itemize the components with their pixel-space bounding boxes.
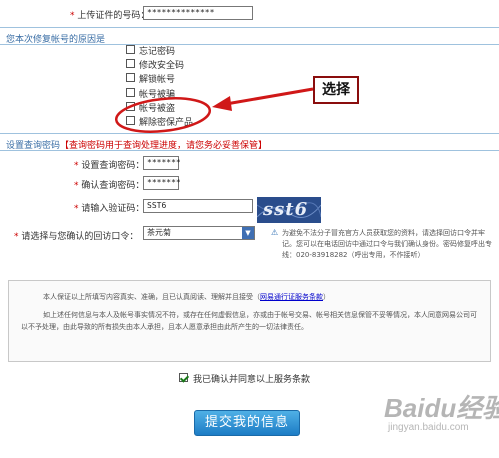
warning-icon: ⚠ bbox=[271, 228, 279, 237]
captcha-image[interactable]: sst6 bbox=[257, 197, 321, 223]
question-label: * 请选择与您确认的回访口令： bbox=[14, 232, 139, 242]
divider-query-bottom bbox=[0, 150, 499, 151]
terms-paragraph-1: 本人保证以上所填写内容真实、准确，且已认真阅读、理解并且接受（网易通行证服务条款… bbox=[43, 293, 330, 301]
annotation-arrow-head bbox=[212, 96, 232, 111]
highlight-oval bbox=[114, 97, 212, 133]
terms-paragraph-2: 如上述任何信息与本人及帐号事实情况不符，或存在任何虚假信息，亦或由于帐号交易、帐… bbox=[21, 311, 477, 331]
question-note: 为避免不法分子冒充官方人员获取您的资料，请选择回访口令并牢记。您可以在电话回访中… bbox=[282, 229, 492, 259]
question-select[interactable]: 茶元菊 ▼ bbox=[143, 226, 255, 240]
divider-query bbox=[0, 133, 499, 134]
confirm-query-pw-input[interactable]: ******* bbox=[143, 176, 181, 190]
agree-checkbox[interactable] bbox=[179, 373, 188, 382]
question-selected-value: 茶元菊 bbox=[147, 228, 171, 237]
captcha-text: sst6 bbox=[263, 199, 309, 220]
annotation-arrow-line bbox=[225, 87, 314, 106]
terms-box: 本人保证以上所填写内容真实、准确，且已认真阅读、理解并且接受（网易通行证服务条款… bbox=[8, 280, 491, 362]
watermark-main: Baidu经验 bbox=[384, 393, 499, 423]
captcha-label: * 请输入验证码： bbox=[74, 204, 145, 214]
chevron-down-icon[interactable]: ▼ bbox=[242, 227, 254, 239]
confirm-query-pw-label: * 确认查询密码： bbox=[74, 181, 145, 191]
terms-link[interactable]: 网易通行证服务条款 bbox=[260, 293, 323, 301]
set-query-pw-input[interactable]: ******* bbox=[143, 156, 181, 170]
submit-button[interactable]: 提交我的信息 bbox=[194, 410, 300, 436]
annotation-callout: 选择 bbox=[313, 76, 359, 104]
baidu-watermark: Baidu经验 jingyan.baidu.com bbox=[384, 388, 499, 448]
set-query-pw-label: * 设置查询密码： bbox=[74, 161, 145, 171]
watermark-sub: jingyan.baidu.com bbox=[388, 422, 469, 433]
captcha-input[interactable]: SST6 bbox=[143, 199, 253, 213]
agree-label: 我已确认并同意以上服务条款 bbox=[193, 375, 311, 385]
